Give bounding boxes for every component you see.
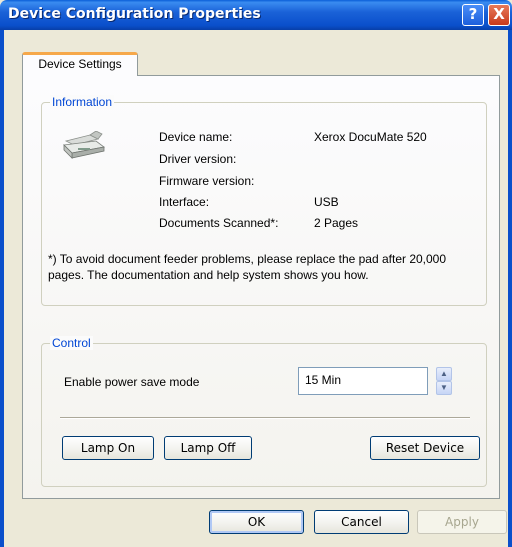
lamp-off-button[interactable]: Lamp Off: [164, 436, 252, 460]
control-group: Control Enable power save mode 15 Min ▲ …: [41, 336, 487, 487]
information-group: Information Device name: Xerox DocuMate …: [41, 95, 487, 306]
device-settings-panel: Information Device name: Xerox DocuMate …: [22, 75, 500, 499]
power-save-spinner: ▲ ▼: [436, 367, 452, 395]
interface-value: USB: [314, 195, 339, 209]
power-save-label: Enable power save mode: [64, 375, 200, 389]
lamp-on-button[interactable]: Lamp On: [62, 436, 154, 460]
device-name-label: Device name:: [159, 130, 233, 144]
window-frame-right: [508, 30, 512, 547]
window-frame-left: [0, 30, 4, 547]
scanner-icon: [63, 131, 105, 159]
feeder-pad-note: *) To avoid document feeder problems, pl…: [48, 252, 447, 282]
title-bar[interactable]: Device Configuration Properties ? X: [0, 0, 512, 30]
control-divider: [60, 417, 470, 419]
interface-label: Interface:: [159, 195, 210, 209]
driver-version-label: Driver version:: [159, 152, 237, 166]
help-button[interactable]: ?: [462, 4, 484, 26]
spin-up-button[interactable]: ▲: [436, 367, 452, 381]
window-title: Device Configuration Properties: [8, 6, 261, 22]
tab-device-settings[interactable]: Device Settings: [22, 52, 138, 76]
documents-scanned-value: 2 Pages: [314, 216, 359, 230]
apply-button[interactable]: Apply: [417, 510, 507, 534]
spin-down-button[interactable]: ▼: [436, 381, 452, 395]
information-group-label: Information: [50, 95, 115, 109]
control-group-label: Control: [50, 336, 93, 350]
device-name-value: Xerox DocuMate 520: [314, 130, 427, 144]
reset-device-button[interactable]: Reset Device: [370, 436, 480, 460]
documents-scanned-label: Documents Scanned*:: [159, 216, 279, 230]
close-button[interactable]: X: [488, 4, 510, 26]
power-save-input[interactable]: 15 Min: [298, 367, 428, 395]
cancel-button[interactable]: Cancel: [314, 510, 409, 534]
firmware-version-label: Firmware version:: [159, 174, 255, 188]
ok-button[interactable]: OK: [209, 510, 304, 534]
